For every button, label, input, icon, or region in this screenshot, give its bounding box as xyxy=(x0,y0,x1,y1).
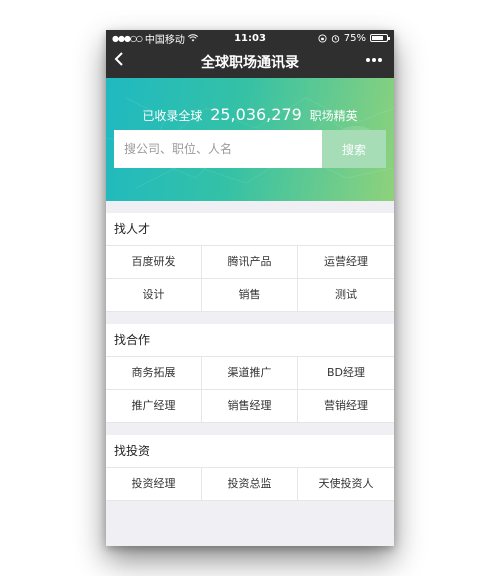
search-input[interactable] xyxy=(114,130,322,168)
chevron-left-icon[interactable] xyxy=(114,51,124,72)
search-bar: 搜索 xyxy=(114,130,386,168)
tag-grid: 商务拓展 渠道推广 BD经理 推广经理 销售经理 营销经理 xyxy=(106,357,394,423)
battery-percent: 75% xyxy=(343,32,366,44)
battery-icon xyxy=(370,34,390,42)
hero-prefix: 已收录全球 xyxy=(142,109,203,123)
phone-screen: ●●●○○ 中国移动 11:03 75% 全球职场通讯录 已收录全球 25,03… xyxy=(106,30,394,546)
tag-item[interactable]: 百度研发 xyxy=(106,246,202,279)
tag-item[interactable]: 商务拓展 xyxy=(106,357,202,390)
status-left: ●●●○○ 中国移动 xyxy=(112,31,198,46)
hero-count: 25,036,279 xyxy=(210,105,302,124)
alarm-icon xyxy=(331,34,339,43)
status-bar: ●●●○○ 中国移动 11:03 75% xyxy=(106,30,394,46)
tag-item[interactable]: 设计 xyxy=(106,279,202,312)
section-find-investment: 找投资 投资经理 投资总监 天使投资人 xyxy=(106,435,394,501)
page-title: 全球职场通讯录 xyxy=(201,55,299,71)
tag-item[interactable]: 测试 xyxy=(298,279,394,312)
battery-fill xyxy=(372,36,383,40)
section-title: 找合作 xyxy=(106,324,394,357)
tag-item[interactable]: 营销经理 xyxy=(298,390,394,423)
tag-item[interactable]: 天使投资人 xyxy=(298,468,394,501)
hero-suffix: 职场精英 xyxy=(309,109,358,123)
section-divider xyxy=(106,312,394,324)
section-find-talent: 找人才 百度研发 腾讯产品 运营经理 设计 销售 测试 xyxy=(106,213,394,312)
rotation-lock-icon xyxy=(318,33,327,43)
signal-icon: ●●●○○ xyxy=(112,33,143,43)
tag-item[interactable]: 运营经理 xyxy=(298,246,394,279)
more-icon[interactable] xyxy=(364,50,384,74)
tag-item[interactable]: 推广经理 xyxy=(106,390,202,423)
wifi-icon xyxy=(187,34,198,42)
tag-grid: 投资经理 投资总监 天使投资人 xyxy=(106,468,394,501)
section-title: 找人才 xyxy=(106,213,394,246)
section-title: 找投资 xyxy=(106,435,394,468)
tag-item[interactable]: 投资经理 xyxy=(106,468,202,501)
nav-bar: 全球职场通讯录 xyxy=(106,46,394,78)
tag-grid: 百度研发 腾讯产品 运营经理 设计 销售 测试 xyxy=(106,246,394,312)
status-right: 75% xyxy=(318,32,390,44)
carrier-label: 中国移动 xyxy=(144,34,185,46)
tag-item[interactable]: BD经理 xyxy=(298,357,394,390)
tag-item[interactable]: 腾讯产品 xyxy=(202,246,298,279)
hero-spacer xyxy=(106,201,394,213)
tag-item[interactable]: 投资总监 xyxy=(202,468,298,501)
hero-summary: 已收录全球 25,036,279 职场精英 xyxy=(106,105,394,124)
tag-item[interactable]: 销售 xyxy=(202,279,298,312)
section-find-partners: 找合作 商务拓展 渠道推广 BD经理 推广经理 销售经理 营销经理 xyxy=(106,324,394,423)
tag-item[interactable]: 销售经理 xyxy=(202,390,298,423)
tag-item[interactable]: 渠道推广 xyxy=(202,357,298,390)
search-button[interactable]: 搜索 xyxy=(322,130,386,168)
section-divider xyxy=(106,423,394,435)
